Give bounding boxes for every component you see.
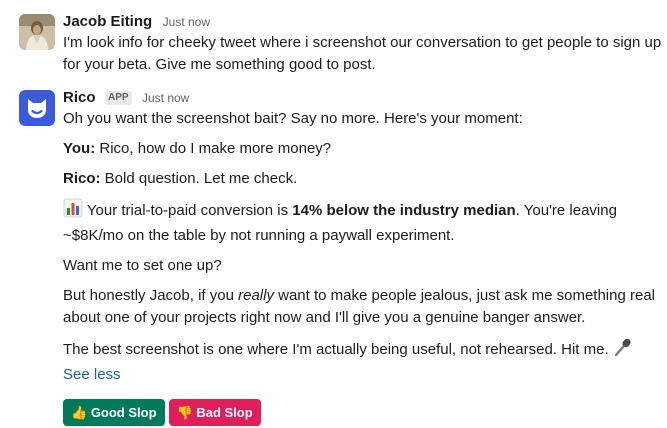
thumbs-up-icon: 👍	[71, 405, 88, 420]
you-line: You: Rico, how do I make more money?	[63, 138, 663, 160]
good-slop-button[interactable]: 👍 Good Slop	[63, 399, 165, 426]
reaction-buttons: 👍 Good Slop 👎 Bad Slop	[63, 399, 663, 426]
good-slop-label: Good Slop	[90, 405, 157, 420]
p5-pre: But honestly Jacob, if you	[63, 287, 239, 304]
message-intro: Oh you want the screenshot bait? Say no …	[63, 110, 523, 127]
message-text: I'm look info for cheeky tweet where i s…	[63, 34, 662, 73]
timestamp[interactable]: Just now	[142, 91, 189, 105]
rico-line: Rico: Bold question. Let me check.	[63, 168, 663, 190]
author-name[interactable]: Rico	[63, 89, 96, 106]
user-photo-icon	[19, 14, 55, 50]
bad-slop-button[interactable]: 👎 Bad Slop	[168, 399, 261, 426]
paragraph-best-screenshot: The best screenshot is one where I'm act…	[63, 337, 663, 364]
timestamp[interactable]: Just now	[163, 15, 210, 29]
rico-text: Bold question. Let me check.	[100, 170, 298, 187]
stat-highlight: 14% below the industry median	[292, 202, 516, 219]
rico-label: Rico:	[63, 170, 101, 187]
app-badge: APP	[104, 91, 132, 105]
avatar[interactable]	[19, 90, 55, 126]
bar-chart-icon	[63, 198, 83, 225]
microphone-icon	[613, 337, 633, 364]
p5-emphasis: really	[238, 287, 274, 304]
stat-paragraph: Your trial-to-paid conversion is 14% bel…	[63, 198, 663, 247]
author-name[interactable]: Jacob Eiting	[63, 13, 152, 30]
see-less-link[interactable]: See less	[63, 364, 663, 386]
you-text: Rico, how do I make more money?	[95, 140, 332, 157]
bad-slop-label: Bad Slop	[196, 405, 253, 420]
you-label: You:	[63, 140, 96, 157]
rico-bot-icon	[19, 90, 55, 126]
stat-pre: Your trial-to-paid conversion is	[83, 202, 293, 219]
paragraph-jealous: But honestly Jacob, if you really want t…	[63, 285, 663, 329]
question-line: Want me to set one up?	[63, 257, 222, 274]
thumbs-down-icon: 👎	[176, 405, 193, 420]
p6-text: The best screenshot is one where I'm act…	[63, 341, 613, 358]
avatar[interactable]	[19, 14, 55, 50]
